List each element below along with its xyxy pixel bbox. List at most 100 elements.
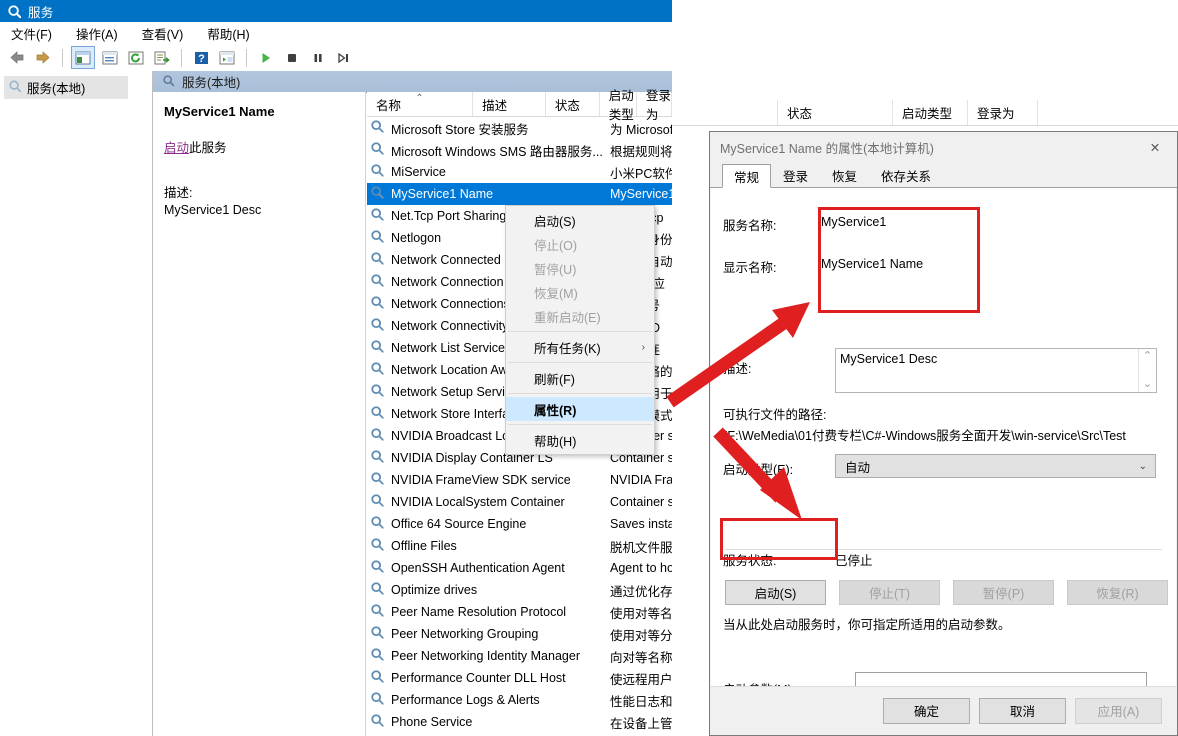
ctx-start[interactable]: 启动(S) (506, 208, 654, 232)
table-row[interactable]: Peer Name Resolution Protocol 使用对等名称解析 (367, 601, 672, 623)
table-row[interactable]: OpenSSH Authentication Agent Agent to hol… (367, 557, 672, 579)
scroll-down-icon[interactable]: ⌄ (1143, 379, 1152, 390)
table-row[interactable]: Peer Networking Grouping 使用对等分组启用 (367, 623, 672, 645)
table-row[interactable]: Microsoft Windows SMS 路由器服务... 根据规则将消息跟 (367, 139, 672, 161)
column-description-label: 描述 (482, 98, 508, 113)
menu-file[interactable]: 文件(F) (8, 23, 55, 44)
table-row[interactable]: Offline Files 脱机文件服务在朋 (367, 535, 672, 557)
properties-icon[interactable] (99, 47, 121, 68)
table-row[interactable]: MiService 小米PC软件升级 (367, 161, 672, 183)
startup-type-value: 自动 (845, 460, 871, 475)
svg-text:?: ? (198, 53, 205, 65)
service-name-cell: Peer Name Resolution Protocol (367, 603, 607, 621)
service-gear-icon (370, 449, 385, 467)
service-description-cell: 使用对等分组启用 (610, 628, 672, 643)
pause-service-icon[interactable] (307, 47, 329, 68)
help-icon[interactable]: ? (190, 47, 212, 68)
ok-button[interactable]: 确定 (883, 697, 970, 724)
service-description-cell: 通过优化存储驱动 (610, 584, 672, 599)
dialog-start-button[interactable]: 启动(S) (725, 580, 826, 605)
ctx-all-tasks[interactable]: 所有任务(K) › (506, 335, 654, 359)
table-row[interactable]: Microsoft Store 安装服务 为 Microsoft St (367, 117, 672, 139)
description-scrollbar[interactable]: ⌃ ⌄ (1138, 349, 1156, 392)
show-hide-console-tree-icon[interactable] (71, 46, 95, 69)
service-gear-icon (370, 361, 385, 379)
ctx-resume-label: 恢复(M) (534, 286, 578, 301)
table-row[interactable]: Optimize drives 通过优化存储驱动 (367, 579, 672, 601)
column-status[interactable]: 状态 (546, 92, 600, 116)
stop-service-icon[interactable] (281, 47, 303, 68)
menu-action[interactable]: 操作(A) (73, 23, 121, 44)
service-name-text: Peer Networking Identity Manager (391, 649, 580, 663)
display-name-value: MyService1 Name (821, 257, 924, 271)
table-row[interactable]: NVIDIA LocalSystem Container Container se… (367, 491, 672, 513)
service-name-text: Peer Networking Grouping (391, 627, 539, 641)
service-name-cell: MiService (367, 163, 607, 181)
table-row[interactable]: Office 64 Source Engine Saves installatio (367, 513, 672, 535)
service-name-cell: Microsoft Store 安装服务 (367, 119, 607, 138)
context-menu-separator (508, 362, 652, 363)
refresh-icon[interactable] (125, 47, 147, 68)
service-name-cell: MyService1 Name (367, 185, 607, 203)
startup-type-combobox[interactable]: 自动 ⌄ (835, 454, 1156, 478)
start-service-icon[interactable] (255, 47, 277, 68)
toolbar-separator (246, 48, 247, 67)
table-row[interactable]: Peer Networking Identity Manager 向对等名称解析协 (367, 645, 672, 667)
ctx-pause-label: 暂停(U) (534, 262, 577, 277)
service-name-text: MyService1 Name (391, 187, 494, 201)
service-detail-column: MyService1 Name 启动此服务 描述: MyService1 Des… (153, 92, 366, 736)
service-name-text: Network Connections (391, 297, 510, 311)
close-icon[interactable]: ✕ (1133, 133, 1177, 163)
service-gear-icon (370, 515, 385, 533)
back-icon[interactable] (6, 47, 28, 68)
service-gear-icon (370, 471, 385, 489)
dialog-footer: 确定 取消 应用(A) (711, 686, 1176, 734)
tab-dependencies[interactable]: 依存关系 (869, 163, 943, 187)
sort-ascending-icon: ⌃ (415, 93, 424, 104)
service-name-cell: Performance Counter DLL Host (367, 669, 607, 687)
service-name-text: Microsoft Store 安装服务 (391, 122, 529, 137)
ctx-refresh[interactable]: 刷新(F) (506, 366, 654, 390)
column-status-label: 状态 (554, 98, 580, 113)
service-gear-icon (370, 493, 385, 511)
menu-help[interactable]: 帮助(H) (204, 23, 252, 44)
context-menu-separator (508, 393, 652, 394)
service-name-value: MyService1 (821, 215, 887, 229)
show-action-pane-icon[interactable] (216, 47, 238, 68)
menu-view[interactable]: 查看(V) (139, 23, 187, 44)
table-row[interactable]: MyService1 Name MyService1 Desc (367, 183, 672, 205)
column-log-on-as[interactable]: 登录为 (968, 100, 1038, 125)
description-textarea[interactable]: MyService1 Desc ⌃ ⌄ (835, 348, 1157, 393)
service-gear-icon (370, 295, 385, 313)
service-description-cell: 为 Microsoft St (610, 122, 672, 137)
service-description-cell: MyService1 Desc (610, 187, 672, 201)
ctx-help[interactable]: 帮助(H) (506, 428, 654, 452)
cancel-button[interactable]: 取消 (979, 697, 1066, 724)
scroll-up-icon[interactable]: ⌃ (1143, 351, 1152, 362)
table-row[interactable]: Phone Service 在设备上管理电话 (367, 711, 672, 733)
column-status[interactable]: 状态 (778, 100, 893, 125)
service-description-cell: 脱机文件服务在朋 (610, 540, 672, 555)
tab-general[interactable]: 常规 (722, 164, 772, 188)
column-name[interactable]: 名称 ⌃ (367, 92, 474, 116)
ctx-properties[interactable]: 属性(R) (506, 397, 654, 421)
column-log-on-as[interactable]: 登录为 (637, 89, 672, 122)
restart-service-icon[interactable] (333, 47, 355, 68)
export-list-icon[interactable] (151, 47, 173, 68)
dialog-title: MyService1 Name 的属性(本地计算机) (720, 142, 934, 156)
console-tree-pane: 服务(本地) (0, 71, 153, 736)
table-row[interactable]: Performance Counter DLL Host 使远程用户和 64 (367, 667, 672, 689)
service-gear-icon (370, 383, 385, 401)
column-description[interactable]: 描述 (473, 92, 546, 116)
table-row[interactable]: Performance Logs & Alerts 性能日志和警报根 (367, 689, 672, 711)
tree-item-services-local[interactable]: 服务(本地) (4, 76, 128, 99)
service-gear-icon (370, 559, 385, 577)
tab-recovery[interactable]: 恢复 (820, 163, 869, 187)
column-startup-type[interactable]: 启动类型 (600, 89, 637, 122)
forward-icon[interactable] (32, 47, 54, 68)
column-startup-type[interactable]: 启动类型 (893, 100, 968, 125)
start-service-link[interactable]: 启动 (164, 141, 189, 155)
table-row[interactable]: NVIDIA FrameView SDK service NVIDIA Frame… (367, 469, 672, 491)
tab-log-on[interactable]: 登录 (771, 163, 820, 187)
service-name-text: Optimize drives (391, 583, 478, 597)
